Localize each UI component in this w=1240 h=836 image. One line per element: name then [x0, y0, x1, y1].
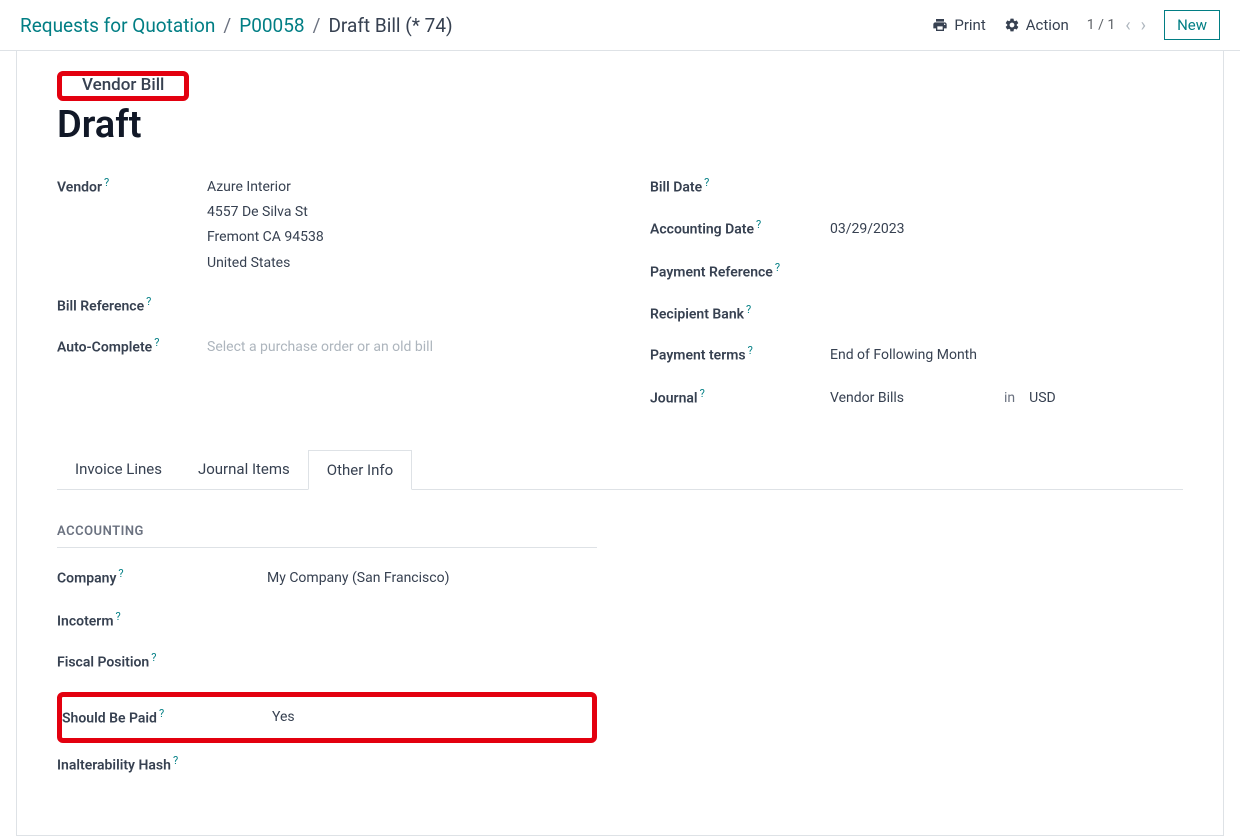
help-icon[interactable]: ? — [154, 336, 159, 349]
action-label: Action — [1026, 16, 1069, 34]
pager: 1 / 1 ‹ › — [1087, 15, 1146, 36]
incoterm-label: Incoterm? — [57, 609, 267, 633]
print-icon — [932, 17, 948, 33]
tabs: Invoice Lines Journal Items Other Info — [57, 450, 1183, 490]
help-icon[interactable]: ? — [159, 707, 164, 720]
help-icon[interactable]: ? — [118, 567, 123, 580]
breadcrumb-po[interactable]: P00058 — [239, 14, 304, 37]
page-title: Draft — [57, 103, 1183, 147]
section-accounting: ACCOUNTING — [57, 524, 597, 548]
help-icon[interactable]: ? — [756, 218, 761, 231]
new-button[interactable]: New — [1164, 10, 1220, 40]
pager-text: 1 / 1 — [1087, 17, 1115, 33]
form-right: Bill Date? Accounting Date? 03/29/2023 P… — [650, 175, 1183, 430]
recipient-bank-label: Recipient Bank? — [650, 302, 830, 326]
should-be-paid-value[interactable]: Yes — [272, 705, 295, 730]
vendor-label: Vendor? — [57, 175, 207, 199]
help-icon[interactable]: ? — [775, 261, 780, 274]
highlight-vendor-bill: Vendor Bill — [57, 71, 189, 101]
action-button[interactable]: Action — [1004, 16, 1069, 34]
help-icon[interactable]: ? — [746, 303, 751, 316]
auto-complete-input[interactable]: Select a purchase order or an old bill — [207, 335, 433, 360]
inalterability-hash-label: Inalterability Hash? — [57, 753, 267, 777]
vendor-bill-badge: Vendor Bill — [68, 69, 178, 101]
pager-next[interactable]: › — [1141, 15, 1146, 36]
company-value[interactable]: My Company (San Francisco) — [267, 566, 449, 591]
pager-prev[interactable]: ‹ — [1125, 15, 1130, 36]
help-icon[interactable]: ? — [146, 295, 151, 308]
accounting-date-value[interactable]: 03/29/2023 — [830, 217, 905, 242]
payment-terms-value[interactable]: End of Following Month — [830, 343, 977, 368]
tab-invoice-lines[interactable]: Invoice Lines — [57, 450, 180, 489]
journal-currency[interactable]: USD — [1029, 386, 1056, 411]
tab-other-info[interactable]: Other Info — [308, 450, 412, 490]
breadcrumb-current: Draft Bill (* 74) — [328, 14, 452, 37]
journal-label: Journal? — [650, 386, 830, 410]
bill-date-label: Bill Date? — [650, 175, 830, 199]
print-label: Print — [954, 16, 985, 34]
gear-icon — [1004, 17, 1020, 33]
bill-reference-label: Bill Reference? — [57, 294, 207, 318]
breadcrumb-sep: / — [313, 14, 321, 37]
help-icon[interactable]: ? — [104, 176, 109, 189]
help-icon[interactable]: ? — [116, 610, 121, 623]
help-icon[interactable]: ? — [704, 176, 709, 189]
help-icon[interactable]: ? — [151, 651, 156, 664]
journal-in-label: in — [1004, 386, 1015, 411]
should-be-paid-label: Should Be Paid? — [62, 706, 272, 730]
fiscal-position-label: Fiscal Position? — [57, 650, 267, 674]
highlight-should-be-paid: Should Be Paid? Yes — [57, 692, 597, 743]
form-sheet: Vendor Bill Draft Vendor? Azure Interior… — [16, 51, 1224, 836]
vendor-value[interactable]: Azure Interior 4557 De Silva St Fremont … — [207, 175, 324, 276]
accounting-date-label: Accounting Date? — [650, 217, 830, 241]
help-icon[interactable]: ? — [700, 387, 705, 400]
payment-terms-label: Payment terms? — [650, 343, 830, 367]
breadcrumb: Requests for Quotation / P00058 / Draft … — [20, 14, 453, 37]
form-left: Vendor? Azure Interior 4557 De Silva St … — [57, 175, 590, 430]
auto-complete-label: Auto-Complete? — [57, 335, 207, 359]
payment-reference-label: Payment Reference? — [650, 260, 830, 284]
breadcrumb-root[interactable]: Requests for Quotation — [20, 14, 215, 37]
company-label: Company? — [57, 566, 267, 590]
print-button[interactable]: Print — [932, 16, 985, 34]
help-icon[interactable]: ? — [748, 344, 753, 357]
journal-value[interactable]: Vendor Bills — [830, 386, 990, 411]
help-icon[interactable]: ? — [173, 754, 178, 767]
tab-journal-items[interactable]: Journal Items — [180, 450, 308, 489]
breadcrumb-sep: / — [223, 14, 231, 37]
